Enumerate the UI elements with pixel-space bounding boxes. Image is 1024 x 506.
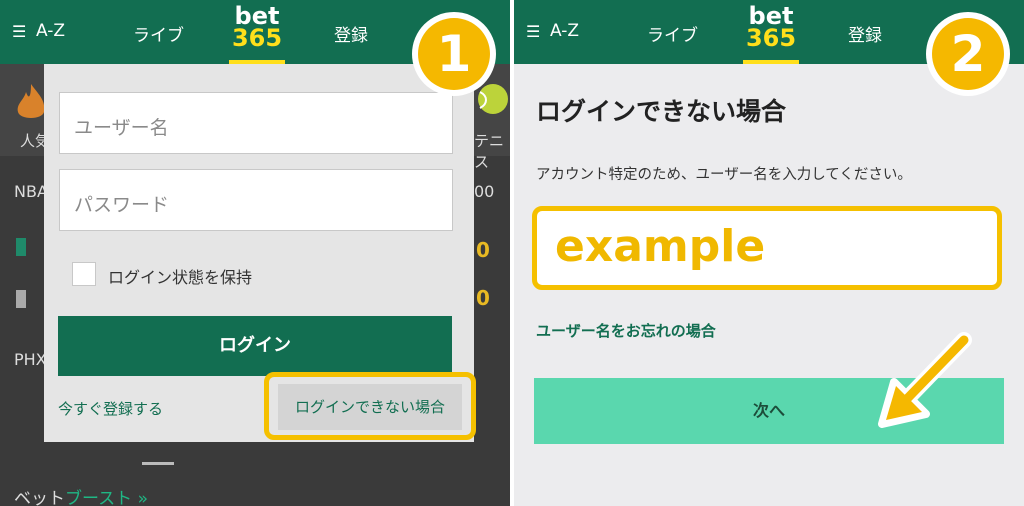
- live-tab[interactable]: ライブ: [133, 21, 184, 46]
- username-input[interactable]: example: [532, 206, 1002, 290]
- score-value: 0: [476, 286, 490, 310]
- page-title: ログインできない場合: [536, 97, 787, 126]
- bet-boost-accent: ブースト: [65, 489, 133, 506]
- menu-icon[interactable]: ☰: [526, 22, 540, 41]
- chevron-double-right-icon: »: [137, 489, 148, 506]
- bet-boost-prefix: ベット: [14, 489, 65, 506]
- jersey-icon: [16, 290, 26, 308]
- logo-365: 365: [745, 24, 797, 52]
- signup-link[interactable]: 今すぐ登録する: [58, 398, 163, 419]
- az-menu[interactable]: A-Z: [550, 21, 579, 41]
- jersey-icon: [16, 238, 26, 256]
- remember-label: ログイン状態を保持: [108, 268, 253, 287]
- match-time: 00: [474, 182, 495, 201]
- bet-boost-heading[interactable]: ベットブースト »: [14, 484, 148, 506]
- step-badge: 2: [926, 12, 1010, 96]
- step-number: 1: [418, 18, 490, 90]
- register-link[interactable]: 登録: [334, 21, 368, 46]
- instruction-text: アカウント特定のため、ユーザー名を入力してください。: [536, 167, 912, 183]
- register-link[interactable]: 登録: [848, 21, 882, 46]
- live-tab[interactable]: ライブ: [647, 21, 698, 46]
- highlight-frame: [264, 372, 476, 440]
- fire-icon: [17, 84, 45, 118]
- tennis-label: テニス: [474, 132, 505, 171]
- active-tab-indicator: [142, 462, 174, 465]
- az-menu[interactable]: A-Z: [36, 21, 65, 41]
- score-value: 0: [476, 238, 490, 262]
- username-field[interactable]: ユーザー名: [59, 92, 453, 154]
- password-field[interactable]: パスワード: [59, 169, 453, 231]
- left-panel: 人気 テニス NBA 00 0 0 PHX ベットブースト » ☰ A-Z ライ…: [0, 0, 510, 506]
- step-badge: 1: [412, 12, 496, 96]
- logo-underline: [743, 60, 799, 64]
- team-label: PHX: [14, 350, 47, 369]
- logo-365: 365: [231, 24, 283, 52]
- login-button[interactable]: ログイン: [58, 316, 452, 376]
- step-number: 2: [932, 18, 1004, 90]
- menu-icon[interactable]: ☰: [12, 22, 26, 41]
- arrow-pointer-icon: [878, 332, 972, 428]
- nba-label: NBA: [14, 182, 48, 201]
- bet365-logo[interactable]: bet 365: [229, 4, 285, 64]
- remember-checkbox[interactable]: [72, 262, 96, 286]
- tennis-ball-icon: [478, 84, 508, 114]
- right-panel: ☰ A-Z ライブ bet 365 登録 ログインできない場合 アカウント特定の…: [514, 0, 1024, 506]
- username-value: example: [555, 221, 766, 272]
- bet365-logo[interactable]: bet 365: [743, 4, 799, 64]
- forgot-username-link[interactable]: ユーザー名をお忘れの場合: [536, 320, 716, 341]
